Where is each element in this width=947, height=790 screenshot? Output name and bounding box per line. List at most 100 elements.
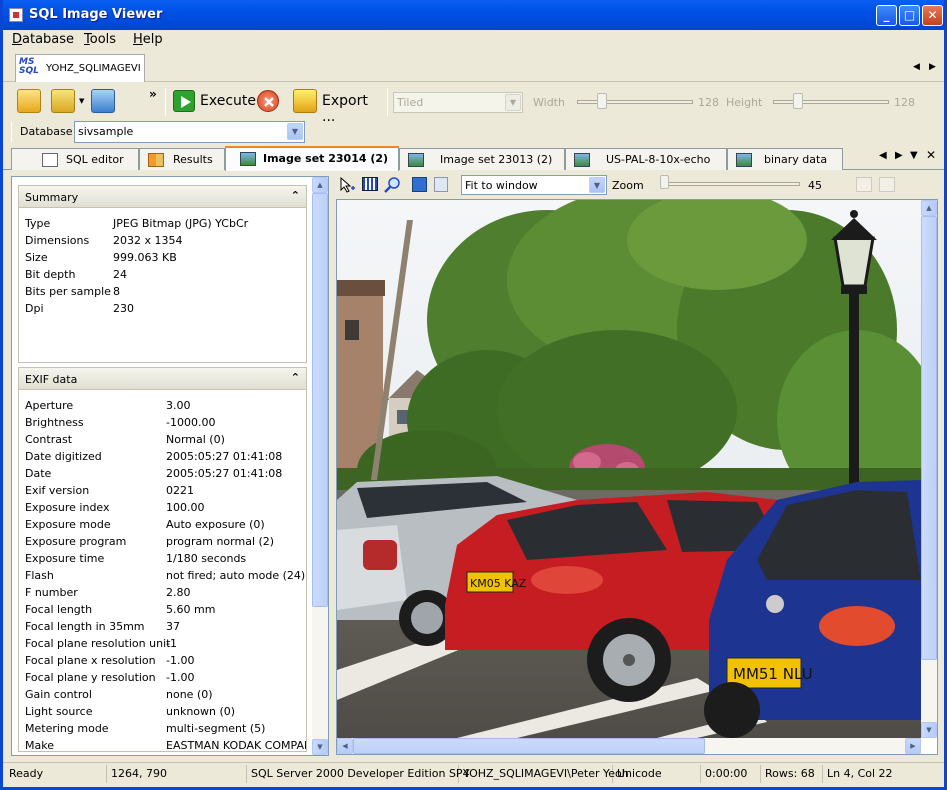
image-icon [574, 153, 590, 167]
tab-results[interactable]: Results [139, 148, 225, 170]
collapse-icon[interactable]: ⌃ [291, 189, 300, 202]
summary-section: Summary ⌃ Type JPEG Bitmap (JPG) YCbCr Dim… [18, 185, 307, 363]
property-value: none (0) [166, 688, 213, 701]
open-dropdown-icon[interactable]: ▼ [79, 97, 84, 105]
property-name: Aperture [25, 399, 74, 412]
zoom-slider-track[interactable] [660, 182, 800, 186]
maximize-button[interactable]: □ [899, 5, 920, 26]
property-value: 2005:05:27 01:41:08 [166, 467, 283, 480]
tab-scroll-right-icon[interactable]: ▶ [895, 150, 903, 161]
save-icon[interactable] [91, 89, 115, 113]
copy-icon[interactable] [434, 177, 448, 192]
scroll-left-icon[interactable]: ◀ [337, 738, 353, 754]
minimize-button[interactable]: _ [876, 5, 897, 26]
open-file-icon[interactable] [51, 89, 75, 113]
scroll-down-icon[interactable]: ▼ [312, 739, 328, 755]
image-canvas[interactable]: KM05 KAZ MM51 NLU ▲ ▼ ◀ ▶ [336, 199, 938, 755]
status-coords: 1264, 790 [107, 765, 247, 783]
fit-select[interactable]: Fit to window ▼ [461, 175, 607, 195]
property-value: unknown (0) [166, 705, 236, 718]
scroll-right-icon[interactable]: ▶ [905, 738, 921, 754]
tab-binary-data[interactable]: binary data [727, 148, 843, 170]
scroll-left-icon[interactable]: ◀ [913, 62, 920, 72]
property-name: Exif version [25, 484, 90, 497]
database-label: Database [20, 125, 73, 138]
property-name: Focal plane x resolution [25, 654, 156, 667]
title-bar[interactable]: SQL Image Viewer _ □ ✕ [3, 0, 944, 30]
scrollbar-thumb[interactable] [921, 216, 937, 660]
property-value: multi-segment (5) [166, 722, 266, 735]
height-slider-thumb[interactable] [793, 93, 803, 109]
scroll-up-icon[interactable]: ▲ [312, 177, 328, 193]
status-elapsed: 0:00:00 [701, 765, 761, 783]
status-user: YOHZ_SQLIMAGEVI\Peter Yeoh [459, 765, 629, 783]
property-value: -1 [166, 637, 177, 650]
collapse-icon[interactable]: ⌃ [291, 371, 300, 384]
tab-sql-editor[interactable]: SQL editor [11, 148, 139, 170]
menu-tools[interactable]: Tools [84, 32, 116, 47]
next-image-icon[interactable] [879, 177, 895, 192]
property-name: Size [25, 251, 48, 264]
menu-bar: Database Tools Help [3, 30, 944, 50]
execute-label: Execute [200, 93, 256, 109]
zoom-icon[interactable] [383, 176, 401, 194]
menu-help[interactable]: Help [133, 32, 163, 47]
scrollbar-thumb[interactable] [353, 738, 705, 754]
status-rows: Rows: 68 [761, 765, 823, 783]
property-value: JPEG Bitmap (JPG) YCbCr [113, 217, 249, 230]
tab-image-set-23013[interactable]: Image set 23013 (2) [399, 148, 565, 170]
database-select[interactable]: sivsample ▼ [74, 121, 305, 143]
image-horizontal-scrollbar[interactable]: ◀ ▶ [337, 738, 921, 754]
status-server: SQL Server 2000 Developer Edition SP4 [247, 765, 470, 783]
scrollbar-thumb[interactable] [312, 193, 328, 607]
status-state: Ready [5, 765, 107, 783]
height-slider-track[interactable] [773, 100, 889, 104]
property-value: 37 [166, 620, 180, 633]
save-image-icon[interactable] [412, 177, 427, 192]
film-strip-icon[interactable] [362, 177, 378, 191]
layout-select[interactable]: Tiled ▼ [393, 92, 523, 113]
chevron-down-icon: ▼ [505, 94, 521, 111]
export-button[interactable]: Export ... [291, 89, 383, 125]
exif-header[interactable]: EXIF data ⌃ [19, 368, 306, 390]
pointer-move-icon[interactable] [338, 176, 356, 194]
tab-us-pal-8-10x-echo[interactable]: US-PAL-8-10x-echo [565, 148, 727, 170]
connection-tab[interactable]: MS SQL YOHZ_SQLIMAGEVI [15, 54, 145, 82]
zoom-slider-thumb[interactable] [660, 175, 669, 189]
property-value: 8 [113, 285, 120, 298]
property-value: EASTMAN KODAK COMPANY [166, 739, 307, 752]
tab-close-icon[interactable]: ✕ [926, 148, 936, 162]
property-name: Dpi [25, 302, 44, 315]
width-slider-track[interactable] [577, 100, 693, 104]
tab-image-set-23014[interactable]: Image set 23014 (2) [225, 146, 399, 171]
width-slider-thumb[interactable] [597, 93, 607, 109]
property-name: Light source [25, 705, 93, 718]
execute-button[interactable]: Execute [171, 89, 283, 115]
property-value: program normal (2) [166, 535, 275, 548]
scroll-up-icon[interactable]: ▲ [921, 200, 937, 216]
scroll-down-icon[interactable]: ▼ [921, 722, 937, 738]
property-name: Brightness [25, 416, 84, 429]
app-window: SQL Image Viewer _ □ ✕ Database Tools He… [0, 0, 947, 790]
open-database-icon[interactable] [17, 89, 41, 113]
property-name: Focal plane resolution unit [25, 637, 171, 650]
summary-header[interactable]: Summary ⌃ [19, 186, 306, 208]
toolbar-overflow-icon[interactable]: » [149, 87, 157, 101]
close-button[interactable]: ✕ [922, 5, 943, 26]
scroll-right-icon[interactable]: ▶ [929, 62, 936, 72]
play-icon [173, 90, 195, 112]
property-name: Bits per sample [25, 285, 111, 298]
menu-database[interactable]: Database [12, 32, 74, 47]
property-value: 2005:05:27 01:41:08 [166, 450, 283, 463]
property-name: Date digitized [25, 450, 102, 463]
previous-image-icon[interactable] [856, 177, 872, 192]
tab-list-dropdown-icon[interactable]: ▼ [910, 150, 918, 161]
tab-scroll-left-icon[interactable]: ◀ [879, 150, 887, 161]
property-name: Exposure mode [25, 518, 111, 531]
properties-scrollbar[interactable]: ▲ ▼ [312, 177, 328, 755]
property-name: Gain control [25, 688, 92, 701]
cancel-icon[interactable] [257, 90, 279, 112]
results-grid-icon [148, 153, 164, 167]
image-vertical-scrollbar[interactable]: ▲ ▼ [921, 200, 937, 738]
property-value: 1/180 seconds [166, 552, 247, 565]
